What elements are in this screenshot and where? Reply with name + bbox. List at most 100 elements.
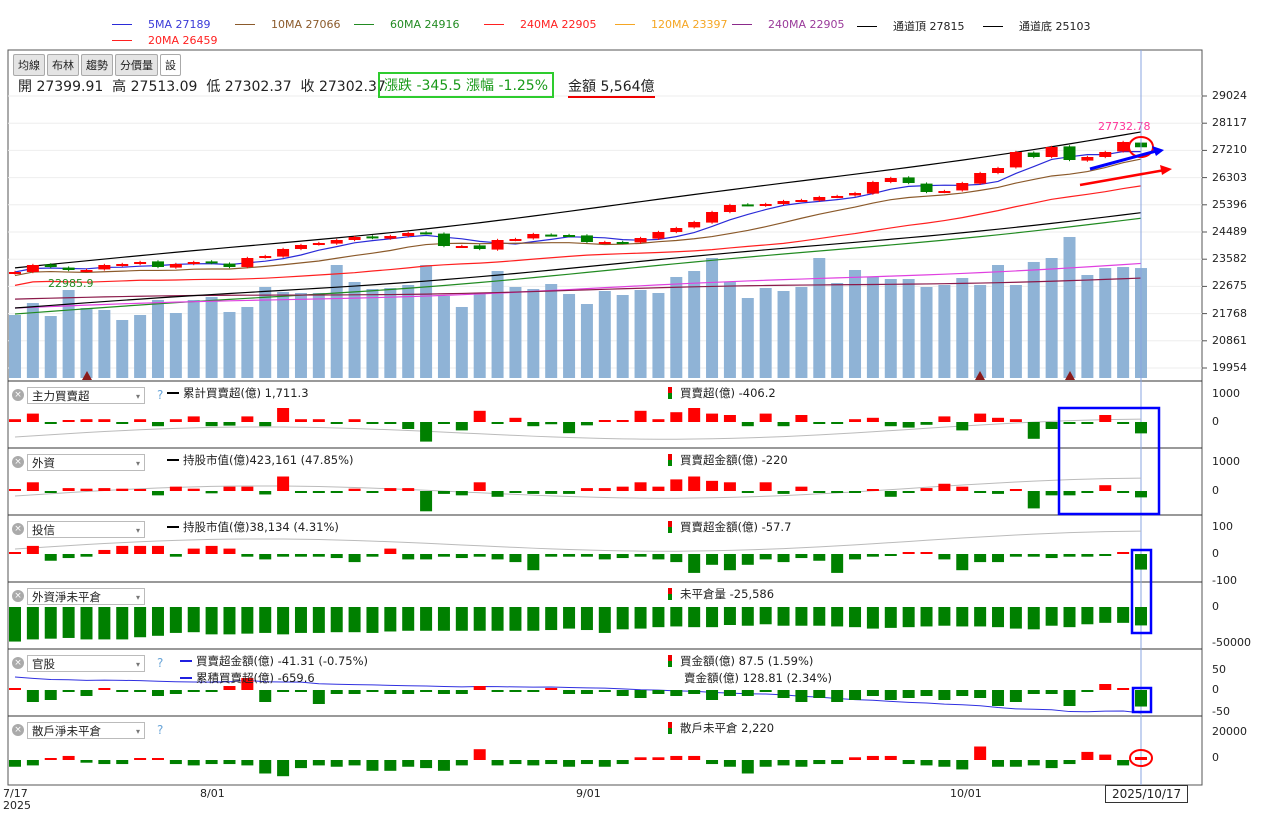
candle-body [795,200,808,202]
panel-bar [80,419,93,422]
indicator-select[interactable]: 外資淨未平倉 ▾ [27,588,145,605]
panel-bar [26,482,39,491]
stock-chart[interactable]: 27732.78 22985.9 [0,0,1269,813]
price-axis-label: 24489 [1212,225,1247,238]
panel-bar [741,554,754,565]
candle-body [956,183,969,191]
close-panel-icon[interactable]: × [12,657,24,669]
chevron-down-icon: ▾ [135,660,140,669]
panel-bar [1135,607,1147,626]
close-panel-icon[interactable]: × [12,456,24,468]
indicator-select[interactable]: 散戶淨未平倉 ▾ [27,722,145,739]
candle-body [169,263,182,268]
panel-bar [1081,491,1094,493]
panel-bar [813,607,826,626]
panel-bar [348,488,361,491]
settings-button[interactable]: 設 [160,54,181,76]
panel-bar [330,491,343,493]
candle-body [205,261,218,264]
candle-body [473,245,486,249]
volume-bar [956,278,969,378]
panel-bar [384,488,397,491]
volume-bar [491,271,504,378]
close-panel-icon[interactable]: × [12,523,24,535]
line-series-value: 累積買賣超(億) -659.6 [196,671,315,685]
ma-button[interactable]: 均線 [13,54,45,76]
panel-bar [1045,760,1058,769]
help-icon[interactable]: ? [157,656,163,670]
panel-bar [902,491,915,493]
panel-bar [116,422,129,424]
volume-profile-button[interactable]: 分價量 [115,54,158,76]
panel-bar [1027,607,1040,630]
panel-bar [116,690,129,692]
panel-bar [259,690,272,702]
panel-bar [366,554,379,557]
panel-axis-label: 0 [1212,415,1219,428]
indicator-select[interactable]: 投信 ▾ [27,521,145,538]
panel-bar [330,690,343,694]
panel-bar [759,690,772,692]
panel-bar [98,607,111,640]
help-icon[interactable]: ? [157,723,163,737]
panel-bar [473,749,486,760]
close-panel-icon[interactable]: × [12,590,24,602]
trend-button[interactable]: 趨勢 [81,54,113,76]
close-label: 收 [300,79,315,95]
volume-bar [992,264,1005,378]
panel-bar [688,554,701,573]
indicator-select[interactable]: 主力買賣超 ▾ [27,387,145,404]
panel-bar [134,690,147,692]
indicator-select-value: 官股 [32,657,55,671]
panel-bar [580,554,593,557]
volume-bar [634,289,647,378]
panel-bar [134,489,147,491]
panel-bar [205,422,218,427]
bollinger-button[interactable]: 布林 [47,54,79,76]
volume-bar [1045,258,1058,378]
panel-bar [491,607,504,631]
panel-bar [670,607,683,627]
panel-bar [920,552,933,554]
help-icon[interactable]: ? [157,388,163,402]
chevron-down-icon: ▾ [135,593,140,602]
close-panel-icon[interactable]: × [12,724,24,736]
panel-bar [491,690,504,692]
panel-bar [866,489,879,491]
panel-bar [1027,422,1040,439]
volume-bar [1081,274,1094,378]
volume-bar [98,309,111,378]
panel-bar [1045,422,1058,429]
panel-bar [312,419,325,422]
volume-bar [545,284,558,378]
panel-bar [384,548,397,554]
panel-bar [9,607,21,642]
turnover-amount: 金額 5,564億 [568,76,655,98]
panel-bar [1099,554,1112,556]
volume-bar [706,258,719,378]
indicator-select[interactable]: 官股 ▾ [27,655,145,672]
panel-bar [813,760,826,765]
candle-body [688,221,701,228]
panel-bar [277,554,290,557]
panel-bar [116,760,129,765]
panel-bar [366,760,379,771]
candle-body [938,191,951,194]
panel-bar [563,554,576,557]
panel-bar [223,486,236,491]
panel-bar [920,422,933,425]
indicator-select[interactable]: 外資 ▾ [27,454,145,471]
close-panel-icon[interactable]: × [12,389,24,401]
volume-bar [938,284,951,378]
panel-bar [98,419,111,422]
panel-bar [116,545,129,554]
panel-bar [223,760,236,765]
panel-bar [598,554,611,560]
panel-bar [330,607,343,633]
panel-bar [134,758,147,760]
panel-bar [420,554,433,560]
volume-bar [813,258,826,378]
volume-bar [205,296,218,378]
panel-bar [9,419,21,422]
panel-bar [1099,415,1112,422]
